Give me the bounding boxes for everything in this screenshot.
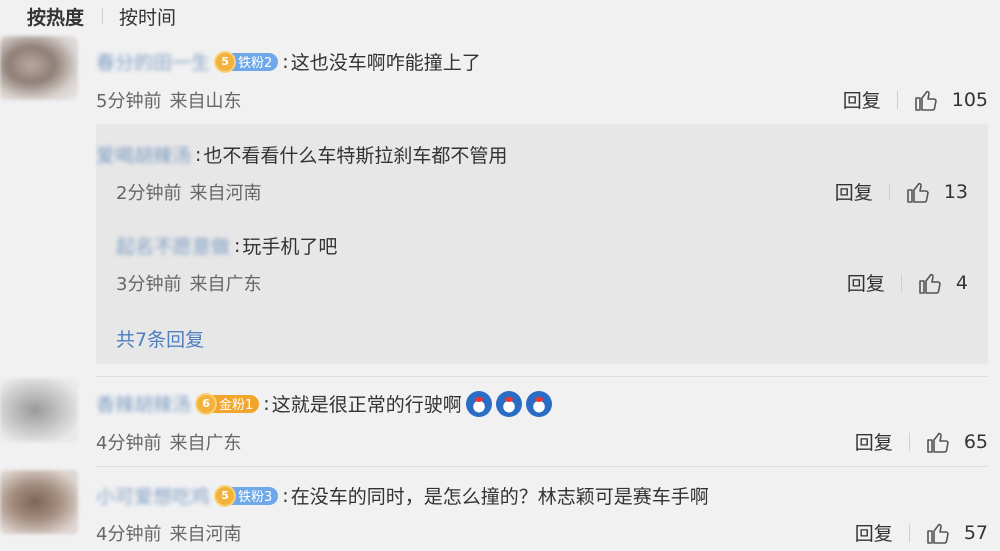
colon: : [234, 234, 241, 257]
reply-meta: 2分钟前 来自河南 [116, 179, 261, 205]
reply-text: 玩手机了吧 [242, 236, 338, 258]
comment-line: 小可爱想吃鸡 5 铁粉3 : 在没车的同时，是怎么撞的？林志颖可是赛车手啊 [96, 482, 709, 509]
colon: : [282, 484, 289, 507]
sort-by-hot-tab[interactable]: 按热度 [27, 3, 84, 30]
avatar[interactable] [0, 470, 78, 534]
comment-actions: 回复 65 [855, 428, 988, 455]
comment-text: 这也没车啊咋能撞上了 [290, 52, 481, 74]
reply-username[interactable]: 起名不愿意做 [116, 232, 230, 259]
colon: : [282, 50, 289, 73]
crown-icon: 5 [214, 50, 237, 73]
reply-actions: 回复 13 [835, 178, 968, 205]
reply-location: 来自广东 [189, 274, 262, 295]
reply-time: 3分钟前 [116, 274, 182, 295]
comment-text: 这就是很正常的行驶啊 [271, 394, 462, 416]
reply-username[interactable]: 爱喝胡辣汤 [96, 141, 191, 168]
comment-meta: 4分钟前 来自广东 [96, 429, 241, 455]
comment-line: 香辣胡辣汤 6 金粉1 : 这就是很正常的行驶啊 [96, 390, 552, 417]
action-divider [908, 523, 910, 542]
sort-bar: 按热度 按时间 [27, 2, 176, 30]
action-divider [888, 182, 890, 201]
reply-button[interactable]: 回复 [843, 86, 881, 113]
comment-meta: 4分钟前 来自河南 [96, 520, 241, 546]
fan-badge[interactable]: 5 铁粉2 [214, 50, 279, 73]
avatar[interactable] [0, 378, 78, 442]
view-more-replies-link[interactable]: 共7条回复 [116, 325, 204, 352]
like-count: 13 [943, 180, 968, 203]
comment-location: 来自河南 [169, 524, 242, 545]
reply-location: 来自河南 [189, 183, 262, 204]
action-divider [900, 273, 902, 292]
like-count: 105 [951, 88, 988, 111]
reply-time: 2分钟前 [116, 183, 182, 204]
action-divider [908, 432, 910, 451]
reply-button[interactable]: 回复 [835, 178, 873, 205]
comment-time: 5分钟前 [96, 91, 162, 112]
doraemon-emoji-icon [465, 390, 492, 417]
username[interactable]: 春分的田一生 [96, 48, 210, 75]
reply-line: 起名不愿意做 : 玩手机了吧 [116, 232, 337, 259]
crown-icon: 5 [214, 484, 237, 507]
comment-meta: 5分钟前 来自山东 [96, 87, 241, 113]
username[interactable]: 小可爱想吃鸡 [96, 482, 210, 509]
reply-meta: 3分钟前 来自广东 [116, 270, 261, 296]
avatar[interactable] [0, 36, 78, 100]
sort-by-time-tab[interactable]: 按时间 [119, 3, 176, 30]
reply-actions: 回复 4 [847, 269, 968, 296]
reply-line: 爱喝胡辣汤 : 也不看看什么车特斯拉刹车都不管用 [96, 141, 507, 168]
username[interactable]: 香辣胡辣汤 [96, 390, 191, 417]
reply-text: 也不看看什么车特斯拉刹车都不管用 [203, 145, 508, 167]
thumbs-up-icon[interactable] [914, 88, 938, 112]
reply-button[interactable]: 回复 [847, 269, 885, 296]
comment-time: 4分钟前 [96, 433, 162, 454]
divider [96, 376, 988, 377]
reply-button[interactable]: 回复 [855, 428, 893, 455]
thumbs-up-icon[interactable] [918, 271, 942, 295]
comment-actions: 回复 57 [855, 519, 988, 546]
comment-location: 来自山东 [169, 91, 242, 112]
crown-icon: 6 [195, 392, 218, 415]
doraemon-emoji-icon [495, 390, 522, 417]
like-count: 4 [955, 271, 968, 294]
divider [96, 466, 988, 467]
fan-badge[interactable]: 6 金粉1 [195, 392, 260, 415]
like-count: 65 [963, 430, 988, 453]
replies-panel: 爱喝胡辣汤 : 也不看看什么车特斯拉刹车都不管用 2分钟前 来自河南 回复 13… [96, 124, 988, 364]
action-divider [896, 90, 898, 109]
comment-location: 来自广东 [169, 433, 242, 454]
thumbs-up-icon[interactable] [926, 430, 950, 454]
comment-time: 4分钟前 [96, 524, 162, 545]
comment-actions: 回复 105 [843, 86, 988, 113]
doraemon-emoji-icon [525, 390, 552, 417]
comment-line: 春分的田一生 5 铁粉2 : 这也没车啊咋能撞上了 [96, 48, 481, 75]
thumbs-up-icon[interactable] [906, 180, 930, 204]
colon: : [195, 143, 202, 166]
reply-button[interactable]: 回复 [855, 519, 893, 546]
sort-divider [102, 8, 104, 24]
comment-text: 在没车的同时，是怎么撞的？林志颖可是赛车手啊 [290, 486, 709, 508]
fan-badge[interactable]: 5 铁粉3 [214, 484, 279, 507]
thumbs-up-icon[interactable] [926, 521, 950, 545]
like-count: 57 [963, 521, 988, 544]
colon: : [263, 392, 270, 415]
